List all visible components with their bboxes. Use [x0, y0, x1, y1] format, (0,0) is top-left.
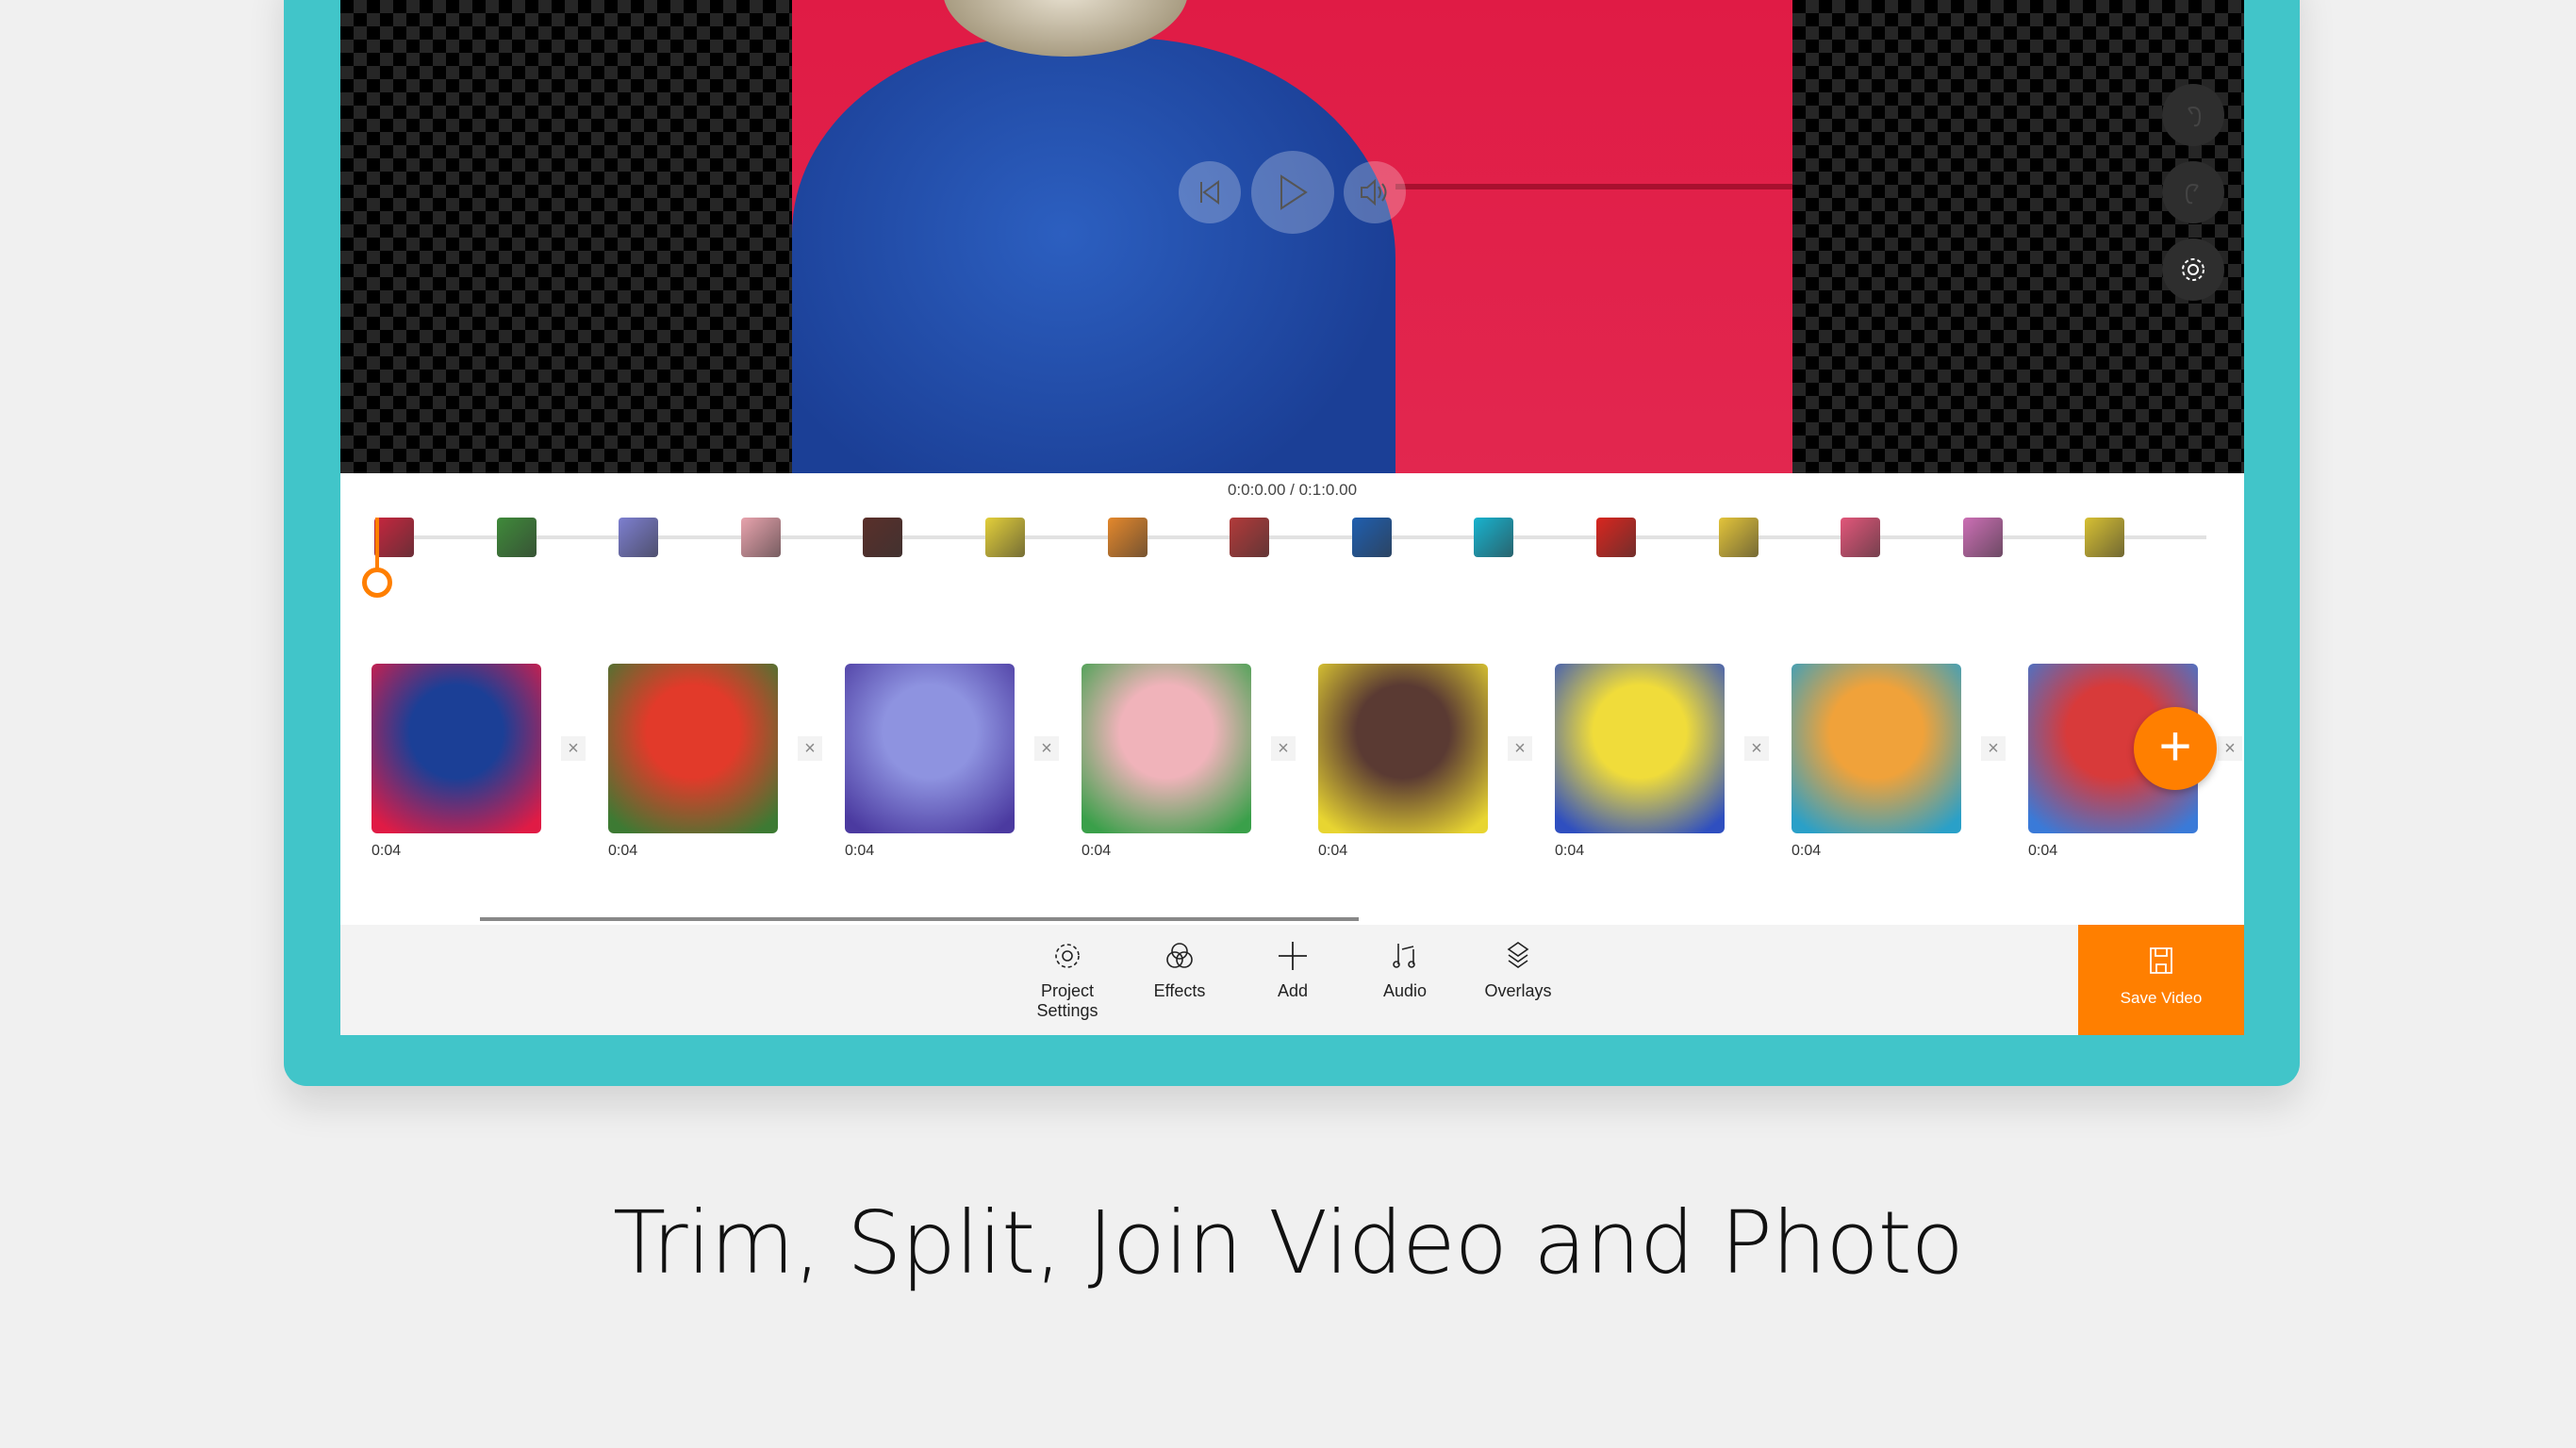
clip-thumbnail[interactable] — [372, 664, 541, 833]
playhead-handle[interactable] — [362, 568, 392, 598]
timeline-thumbnail[interactable] — [1230, 518, 1270, 557]
plus-icon — [1279, 942, 1307, 970]
effects-button[interactable]: Effects — [1123, 940, 1236, 1001]
timecode: 0:0:0.00 / 0:1:0.00 — [1227, 481, 1358, 499]
volume-icon — [1361, 178, 1387, 206]
clip-thumbnail[interactable] — [1082, 664, 1251, 833]
timeline-thumbnail[interactable] — [619, 518, 659, 557]
timeline-thumbnail[interactable] — [1962, 518, 2003, 557]
timeline-thumbnail[interactable] — [496, 518, 537, 557]
remove-clip-button[interactable]: × — [1271, 736, 1296, 761]
clip-thumbnail[interactable] — [1318, 664, 1488, 833]
undo-icon — [2188, 107, 2202, 127]
play-icon — [1280, 174, 1308, 210]
clip-duration: 0:04 — [608, 843, 638, 859]
project-settings-label: Project Settings — [1036, 981, 1098, 1020]
preview-frame-image — [792, 0, 1792, 473]
add-button[interactable]: Add — [1236, 940, 1349, 1001]
clip-duration: 0:04 — [1555, 843, 1585, 859]
clip-duration: 0:04 — [1082, 843, 1112, 859]
playhead-line — [375, 518, 379, 568]
save-icon — [2150, 947, 2172, 974]
timeline-thumbnail[interactable] — [1718, 518, 1759, 557]
clips-scrollbar[interactable] — [480, 917, 1359, 921]
clip-duration: 0:04 — [1318, 843, 1348, 859]
skip-back-button[interactable] — [1179, 161, 1241, 223]
clip-duration: 0:04 — [1792, 843, 1822, 859]
promo-caption: Trim, Split, Join Video and Photo — [613, 1193, 1964, 1293]
clip-thumbnail[interactable] — [845, 664, 1015, 833]
remove-clip-button[interactable]: × — [1981, 736, 2006, 761]
overlays-label: Overlays — [1484, 981, 1552, 1000]
audio-button[interactable]: Audio — [1348, 940, 1461, 1001]
undo-button[interactable] — [2162, 84, 2224, 146]
clip-thumbnail[interactable] — [608, 664, 778, 833]
timeline-thumbnail[interactable] — [863, 518, 903, 557]
timeline-thumbnail[interactable] — [1107, 518, 1148, 557]
video-preview — [340, 0, 2244, 473]
bottom-toolbar: Project Settings Effects Add Audio Overl… — [340, 925, 2244, 1035]
timeline-thumbnail[interactable] — [374, 518, 414, 557]
timeline-thumbnail[interactable] — [1596, 518, 1636, 557]
audio-label: Audio — [1382, 981, 1428, 1000]
remove-clip-button[interactable]: × — [798, 736, 822, 761]
remove-clip-button[interactable]: × — [1508, 736, 1532, 761]
timeline-thumbnail[interactable] — [2085, 518, 2125, 557]
overlays-button[interactable]: Overlays — [1461, 940, 1575, 1001]
remove-clip-button[interactable]: × — [2218, 736, 2242, 761]
clip-thumbnail[interactable] — [1555, 664, 1725, 833]
timeline-thumbnail[interactable] — [985, 518, 1025, 557]
add-label: Add — [1277, 981, 1309, 1000]
volume-button[interactable] — [1344, 161, 1406, 223]
save-video-button[interactable]: Save Video — [2078, 925, 2244, 1035]
gear-icon — [2182, 258, 2204, 281]
remove-clip-button[interactable]: × — [1744, 736, 1769, 761]
gear-icon — [1055, 944, 1080, 968]
project-settings-button[interactable]: Project Settings — [1011, 940, 1124, 1021]
remove-clip-button[interactable]: × — [1034, 736, 1059, 761]
redo-button[interactable] — [2162, 161, 2224, 223]
effects-icon — [1166, 943, 1193, 968]
timeline-thumbnail[interactable] — [1841, 518, 1881, 557]
music-note-icon — [1393, 944, 1415, 968]
clip-thumbnail[interactable] — [1792, 664, 1961, 833]
clip-duration: 0:04 — [372, 843, 402, 859]
play-button[interactable] — [1251, 151, 1334, 234]
preview-settings-button[interactable] — [2162, 239, 2224, 301]
save-video-label: Save Video — [2120, 989, 2203, 1007]
clip-duration: 0:04 — [845, 843, 875, 859]
effects-label: Effects — [1153, 981, 1206, 1000]
timeline-thumbnail[interactable] — [1474, 518, 1514, 557]
add-clip-button[interactable]: + — [2134, 707, 2217, 790]
clip-duration: 0:04 — [2028, 843, 2058, 859]
redo-icon — [2185, 184, 2199, 205]
skip-back-icon — [1200, 180, 1219, 205]
remove-clip-button[interactable]: × — [561, 736, 586, 761]
timeline-thumbnail[interactable] — [740, 518, 781, 557]
timeline-thumbnail[interactable] — [1351, 518, 1392, 557]
layers-icon — [1507, 942, 1529, 968]
